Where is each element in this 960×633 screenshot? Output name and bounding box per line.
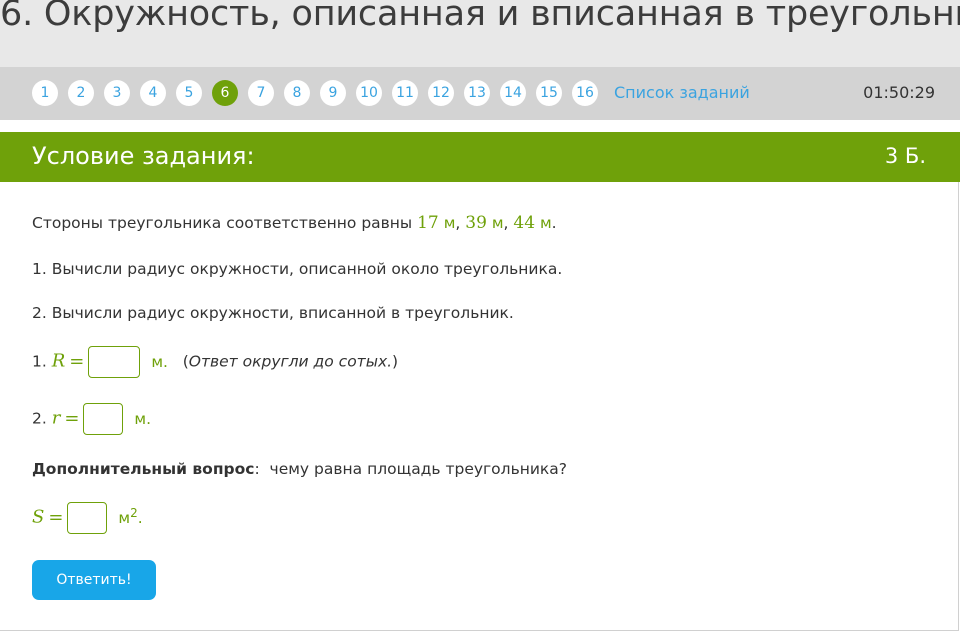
- extra-question-label: Дополнительный вопрос: [32, 460, 255, 478]
- area-equals: =: [48, 506, 64, 528]
- condition-title: Условие задания:: [32, 142, 255, 170]
- side-c-value: 44: [513, 213, 536, 233]
- submit-answer-button[interactable]: Ответить!: [32, 560, 156, 600]
- answer-row-area: S = м2.: [32, 502, 143, 534]
- task-button-8[interactable]: 8: [284, 80, 310, 106]
- task-list-link[interactable]: Список заданий: [614, 83, 750, 102]
- sides-intro-text: Стороны треугольника соответственно равн…: [32, 214, 413, 232]
- page-header: 6. Окружность, описанная и вписанная в т…: [0, 0, 960, 67]
- circumradius-unit: м.: [151, 352, 168, 371]
- task-button-16[interactable]: 16: [572, 80, 598, 106]
- task-button-9[interactable]: 9: [320, 80, 346, 106]
- area-unit: м2.: [118, 505, 143, 527]
- side-a-unit: м: [443, 214, 456, 232]
- extra-question-row: Дополнительный вопрос: чему равна площад…: [32, 460, 568, 478]
- condition-header: Условие задания: 3 Б.: [0, 132, 960, 182]
- inradius-input[interactable]: [83, 403, 124, 435]
- circumradius-input[interactable]: [88, 346, 141, 378]
- task-button-3[interactable]: 3: [104, 80, 130, 106]
- inradius-variable: r: [51, 407, 61, 429]
- task-button-1[interactable]: 1: [32, 80, 58, 106]
- task-button-11[interactable]: 11: [392, 80, 418, 106]
- answer-row-inradius: 2. r = м.: [32, 403, 151, 435]
- rounding-hint: Ответ округли до сотых.: [188, 352, 393, 371]
- problem-statement: Стороны треугольника соответственно равн…: [32, 213, 557, 233]
- task-button-12[interactable]: 12: [428, 80, 454, 106]
- extra-question-text: чему равна площадь треугольника?: [269, 460, 568, 478]
- area-input[interactable]: [67, 502, 108, 534]
- side-b-unit: м: [491, 214, 504, 232]
- timer: 01:50:29: [863, 83, 935, 102]
- task-button-4[interactable]: 4: [140, 80, 166, 106]
- page-title: 6. Окружность, описанная и вписанная в т…: [0, 0, 960, 34]
- inradius-unit: м.: [134, 409, 151, 428]
- answer-1-prefix: 1.: [32, 352, 47, 371]
- task-button-2[interactable]: 2: [68, 80, 94, 106]
- task-button-6-active[interactable]: 6: [212, 80, 238, 106]
- task-2-text: 2. Вычисли радиус окружности, вписанной …: [32, 304, 514, 322]
- circumradius-variable: R: [51, 350, 66, 372]
- task-button-10[interactable]: 10: [356, 80, 382, 106]
- task-button-14[interactable]: 14: [500, 80, 526, 106]
- side-a-value: 17: [417, 213, 439, 233]
- side-b-value: 39: [465, 213, 487, 233]
- task-1-text: 1. Вычисли радиус окружности, описанной …: [32, 260, 563, 278]
- inradius-equals: =: [64, 407, 80, 429]
- answer-row-circumradius: 1. R = м. (Ответ округли до сотых.): [32, 346, 398, 378]
- circumradius-equals: =: [69, 350, 85, 372]
- answer-2-prefix: 2.: [32, 409, 47, 428]
- area-unit-power: 2: [130, 505, 138, 520]
- task-button-5[interactable]: 5: [176, 80, 202, 106]
- side-c-unit: м: [539, 214, 552, 232]
- task-button-13[interactable]: 13: [464, 80, 490, 106]
- area-unit-base: м: [118, 508, 131, 527]
- task-button-7[interactable]: 7: [248, 80, 274, 106]
- area-variable: S: [32, 506, 45, 528]
- task-navigation-bar: 1 2 3 4 5 6 7 8 9 10 11 12 13 14 15 16 С…: [0, 67, 960, 120]
- task-button-15[interactable]: 15: [536, 80, 562, 106]
- points-badge: 3 Б.: [884, 144, 926, 168]
